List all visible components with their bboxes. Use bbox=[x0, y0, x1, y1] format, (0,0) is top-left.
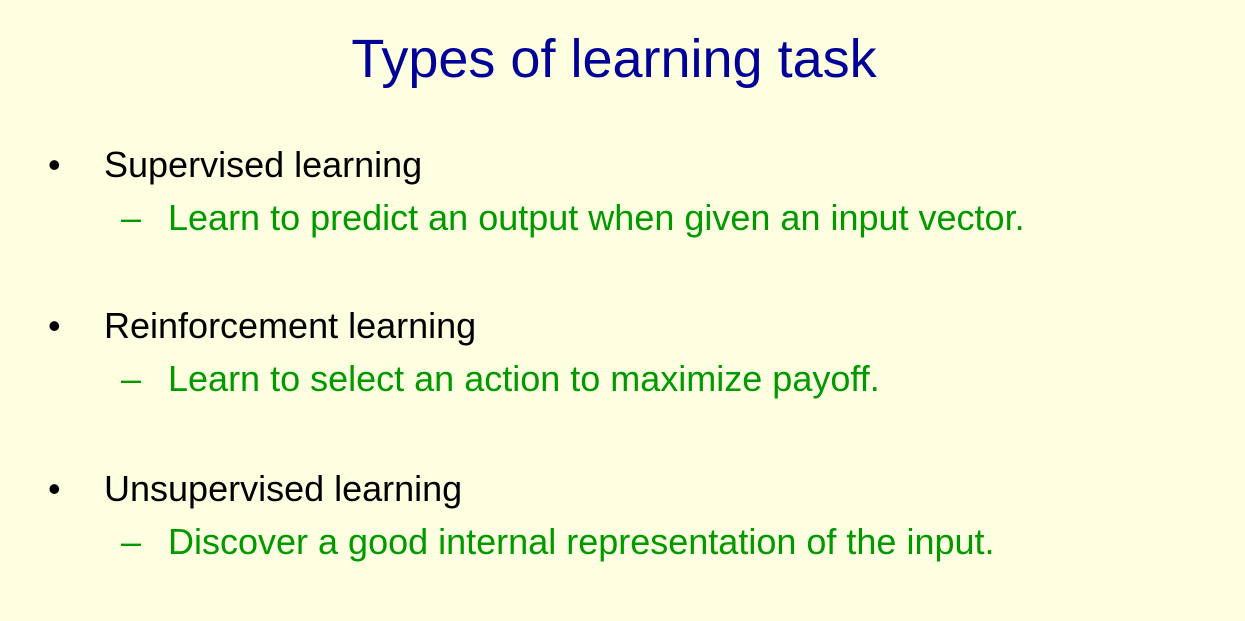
sub-bullet-marker: – bbox=[121, 521, 142, 562]
slide: Types of learning task • Supervised lear… bbox=[0, 0, 1245, 621]
sub-bullet-marker: – bbox=[121, 197, 142, 238]
sub-bullet-text: Learn to select an action to maximize pa… bbox=[168, 358, 880, 399]
sub-bullet-text: Learn to predict an output when given an… bbox=[168, 197, 1025, 238]
slide-title: Types of learning task bbox=[351, 29, 877, 89]
sub-bullet-marker: – bbox=[121, 358, 142, 399]
sub-bullet-text: Discover a good internal representation … bbox=[168, 521, 995, 562]
bullet-text: Unsupervised learning bbox=[104, 468, 463, 509]
bullet-marker: • bbox=[48, 144, 61, 185]
bullet-text: Reinforcement learning bbox=[104, 305, 477, 346]
bullet-marker: • bbox=[48, 305, 61, 346]
bullet-text: Supervised learning bbox=[104, 144, 423, 185]
bullet-marker: • bbox=[48, 468, 61, 509]
